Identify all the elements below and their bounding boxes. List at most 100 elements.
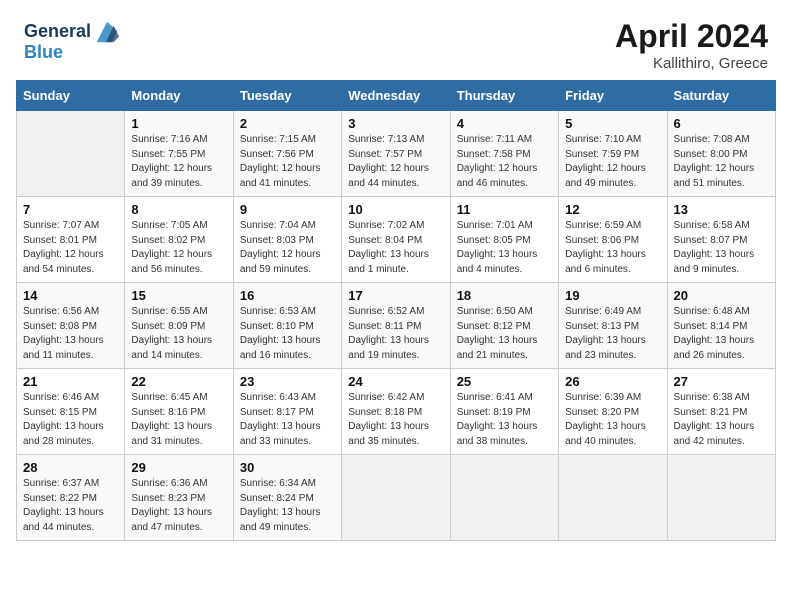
header-row: Sunday Monday Tuesday Wednesday Thursday… [17,81,776,111]
page: General Blue April 2024 Kallithiro, Gree… [0,0,792,612]
day-cell: 25Sunrise: 6:41 AMSunset: 8:19 PMDayligh… [450,369,558,455]
day-number: 15 [131,288,226,303]
day-cell: 6 Sunrise: 7:08 AMSunset: 8:00 PMDaylight… [667,111,775,197]
logo-text: General [24,22,91,42]
day-cell [17,111,125,197]
day-cell: 13Sunrise: 6:58 AMSunset: 8:07 PMDayligh… [667,197,775,283]
day-number: 30 [240,460,335,475]
day-cell: 16 Sunrise: 6:53 AMSunset: 8:10 PMDayligh… [233,283,341,369]
cell-content: Sunrise: 7:15 AMSunset: 7:56 PMDaylight:… [240,133,335,191]
day-number: 22 [131,374,226,389]
col-friday: Friday [559,81,667,111]
cell-content: Sunrise: 6:49 AMSunset: 8:13 PMDaylight:… [565,305,660,363]
day-cell: 26Sunrise: 6:39 AMSunset: 8:20 PMDayligh… [559,369,667,455]
day-number: 2 [240,116,335,131]
day-cell: 5 Sunrise: 7:10 AMSunset: 7:59 PMDaylight… [559,111,667,197]
day-cell: 18 Sunrise: 6:50 AMSunset: 8:12 PMDayligh… [450,283,558,369]
day-cell: 19 Sunrise: 6:49 AMSunset: 8:13 PMDayligh… [559,283,667,369]
cell-content: Sunrise: 6:36 AMSunset: 8:23 PMDaylight:… [131,477,226,535]
cell-content: Sunrise: 7:02 AMSunset: 8:04 PMDaylight:… [348,219,443,277]
col-tuesday: Tuesday [233,81,341,111]
day-number: 19 [565,288,660,303]
day-cell: 17 Sunrise: 6:52 AMSunset: 8:11 PMDayligh… [342,283,450,369]
cell-content: Sunrise: 7:05 AMSunset: 8:02 PMDaylight:… [131,219,226,277]
cell-content: Sunrise: 7:10 AMSunset: 7:59 PMDaylight:… [565,133,660,191]
logo-icon [93,18,121,46]
day-cell: 12 Sunrise: 6:59 AMSunset: 8:06 PMDayligh… [559,197,667,283]
col-monday: Monday [125,81,233,111]
day-cell [667,455,775,541]
col-saturday: Saturday [667,81,775,111]
cell-content: Sunrise: 7:08 AMSunset: 8:00 PMDaylight:… [674,133,769,191]
day-cell: 2 Sunrise: 7:15 AMSunset: 7:56 PMDaylight… [233,111,341,197]
day-number: 12 [565,202,660,217]
cell-content: Sunrise: 6:59 AMSunset: 8:06 PMDaylight:… [565,219,660,277]
week-row-4: 21 Sunrise: 6:46 AMSunset: 8:15 PMDayligh… [17,369,776,455]
day-cell [450,455,558,541]
cell-content: Sunrise: 6:46 AMSunset: 8:15 PMDaylight:… [23,391,118,449]
day-number: 5 [565,116,660,131]
cell-content: Sunrise: 6:53 AMSunset: 8:10 PMDaylight:… [240,305,335,363]
day-number: 4 [457,116,552,131]
day-cell: 4 Sunrise: 7:11 AMSunset: 7:58 PMDaylight… [450,111,558,197]
month-year: April 2024 [615,18,768,55]
title-block: April 2024 Kallithiro, Greece [615,18,768,72]
cell-content: Sunrise: 7:01 AMSunset: 8:05 PMDaylight:… [457,219,552,277]
week-row-2: 7Sunrise: 7:07 AMSunset: 8:01 PMDaylight… [17,197,776,283]
day-number: 1 [131,116,226,131]
cell-content: Sunrise: 6:48 AMSunset: 8:14 PMDaylight:… [674,305,769,363]
day-number: 18 [457,288,552,303]
day-number: 21 [23,374,118,389]
week-row-1: 1 Sunrise: 7:16 AMSunset: 7:55 PMDaylight… [17,111,776,197]
cell-content: Sunrise: 7:11 AMSunset: 7:58 PMDaylight:… [457,133,552,191]
day-number: 3 [348,116,443,131]
cell-content: Sunrise: 6:55 AMSunset: 8:09 PMDaylight:… [131,305,226,363]
day-number: 10 [348,202,443,217]
day-number: 9 [240,202,335,217]
day-cell: 15 Sunrise: 6:55 AMSunset: 8:09 PMDayligh… [125,283,233,369]
cell-content: Sunrise: 6:45 AMSunset: 8:16 PMDaylight:… [131,391,226,449]
day-cell [559,455,667,541]
day-number: 24 [348,374,443,389]
day-number: 7 [23,202,118,217]
header: General Blue April 2024 Kallithiro, Gree… [0,0,792,80]
day-number: 11 [457,202,552,217]
day-cell: 11 Sunrise: 7:01 AMSunset: 8:05 PMDayligh… [450,197,558,283]
day-cell: 28Sunrise: 6:37 AMSunset: 8:22 PMDayligh… [17,455,125,541]
day-cell: 9Sunrise: 7:04 AMSunset: 8:03 PMDaylight… [233,197,341,283]
location: Kallithiro, Greece [615,55,768,72]
day-cell: 21 Sunrise: 6:46 AMSunset: 8:15 PMDayligh… [17,369,125,455]
day-cell: 27 Sunrise: 6:38 AMSunset: 8:21 PMDayligh… [667,369,775,455]
calendar: Sunday Monday Tuesday Wednesday Thursday… [0,80,792,612]
cell-content: Sunrise: 6:56 AMSunset: 8:08 PMDaylight:… [23,305,118,363]
day-number: 20 [674,288,769,303]
col-thursday: Thursday [450,81,558,111]
cell-content: Sunrise: 6:50 AMSunset: 8:12 PMDaylight:… [457,305,552,363]
cell-content: Sunrise: 6:38 AMSunset: 8:21 PMDaylight:… [674,391,769,449]
day-cell: 29Sunrise: 6:36 AMSunset: 8:23 PMDayligh… [125,455,233,541]
day-number: 16 [240,288,335,303]
day-cell: 20 Sunrise: 6:48 AMSunset: 8:14 PMDayligh… [667,283,775,369]
day-number: 23 [240,374,335,389]
logo: General Blue [24,18,121,63]
cell-content: Sunrise: 7:13 AMSunset: 7:57 PMDaylight:… [348,133,443,191]
day-cell: 24Sunrise: 6:42 AMSunset: 8:18 PMDayligh… [342,369,450,455]
day-cell: 10 Sunrise: 7:02 AMSunset: 8:04 PMDayligh… [342,197,450,283]
day-cell: 14Sunrise: 6:56 AMSunset: 8:08 PMDayligh… [17,283,125,369]
day-cell: 3 Sunrise: 7:13 AMSunset: 7:57 PMDaylight… [342,111,450,197]
day-cell: 1 Sunrise: 7:16 AMSunset: 7:55 PMDaylight… [125,111,233,197]
day-number: 8 [131,202,226,217]
day-number: 6 [674,116,769,131]
day-number: 17 [348,288,443,303]
col-sunday: Sunday [17,81,125,111]
day-number: 27 [674,374,769,389]
cell-content: Sunrise: 7:16 AMSunset: 7:55 PMDaylight:… [131,133,226,191]
week-row-5: 28Sunrise: 6:37 AMSunset: 8:22 PMDayligh… [17,455,776,541]
cell-content: Sunrise: 6:58 AMSunset: 8:07 PMDaylight:… [674,219,769,277]
day-cell: 8 Sunrise: 7:05 AMSunset: 8:02 PMDaylight… [125,197,233,283]
cell-content: Sunrise: 6:39 AMSunset: 8:20 PMDaylight:… [565,391,660,449]
cell-content: Sunrise: 6:52 AMSunset: 8:11 PMDaylight:… [348,305,443,363]
day-cell: 30Sunrise: 6:34 AMSunset: 8:24 PMDayligh… [233,455,341,541]
day-cell: 23Sunrise: 6:43 AMSunset: 8:17 PMDayligh… [233,369,341,455]
col-wednesday: Wednesday [342,81,450,111]
